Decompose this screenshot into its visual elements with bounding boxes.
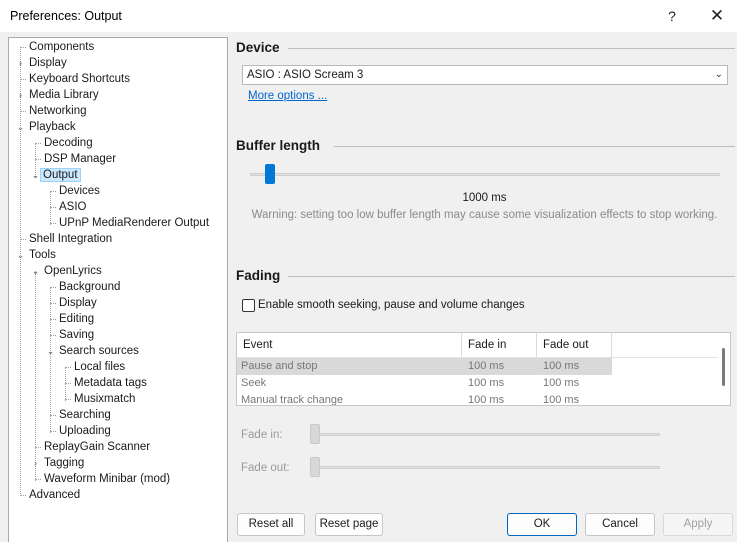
help-button[interactable]: ? (659, 6, 685, 26)
section-divider (288, 276, 735, 277)
fade-in-label: Fade in: (241, 429, 283, 441)
device-select[interactable]: ASIO : ASIO Scream 3 ⌄ (242, 65, 728, 85)
fade-in-slider-track[interactable] (318, 433, 660, 436)
tree-item-replaygain-scanner[interactable]: ReplayGain Scanner (35, 439, 152, 455)
table-scrollbar[interactable] (722, 348, 725, 386)
tree-item-keyboard-shortcuts[interactable]: Keyboard Shortcuts (20, 71, 132, 87)
tree-item-background[interactable]: Background (50, 279, 122, 295)
tree-item-networking[interactable]: Networking (20, 103, 89, 119)
cancel-button[interactable]: Cancel (585, 513, 655, 536)
tree-item-upnp-output[interactable]: UPnP MediaRenderer Output (50, 215, 211, 231)
section-divider (334, 146, 735, 147)
more-options-link[interactable]: More options ... (248, 90, 327, 102)
column-header-event[interactable]: Event (237, 333, 462, 357)
tree-item-advanced[interactable]: Advanced (20, 487, 82, 503)
tree-item-openlyrics[interactable]: OpenLyrics (36, 263, 104, 279)
buffer-section-title: Buffer length (236, 138, 320, 153)
title-bar: Preferences: Output ? ✕ (0, 0, 737, 32)
smooth-seeking-checkbox[interactable] (242, 299, 255, 312)
smooth-seeking-label[interactable]: Enable smooth seeking, pause and volume … (258, 299, 525, 311)
device-select-value: ASIO : ASIO Scream 3 (247, 69, 364, 81)
apply-button[interactable]: Apply (663, 513, 733, 536)
tree-item-media-library[interactable]: Media Library (21, 87, 101, 103)
tree-item-output[interactable]: Output (36, 167, 81, 183)
table-row[interactable]: Pause and stop 100 ms 100 ms (237, 358, 612, 375)
fade-out-label: Fade out: (241, 462, 290, 474)
fade-out-slider-track[interactable] (318, 466, 660, 469)
section-divider (288, 48, 735, 49)
tree-item-waveform-minibar[interactable]: Waveform Minibar (mod) (35, 471, 172, 487)
tree-item-saving[interactable]: Saving (50, 327, 96, 343)
tree-item-tagging[interactable]: Tagging (36, 455, 86, 471)
buffer-warning: Warning: setting too low buffer length m… (251, 209, 718, 221)
window-title: Preferences: Output (10, 9, 122, 23)
ok-button[interactable]: OK (507, 513, 577, 536)
fading-section-title: Fading (236, 268, 281, 283)
fade-in-slider-thumb[interactable] (310, 424, 320, 444)
tree-item-dsp-manager[interactable]: DSP Manager (35, 151, 118, 167)
column-header-fade-out[interactable]: Fade out (537, 333, 612, 357)
tree-item-display[interactable]: Display (21, 55, 69, 71)
tree-item-shell-integration[interactable]: Shell Integration (20, 231, 114, 247)
buffer-slider-thumb[interactable] (265, 164, 275, 184)
tree-item-editing[interactable]: Editing (50, 311, 96, 327)
tree-item-devices[interactable]: Devices (50, 183, 102, 199)
tree-item-metadata-tags[interactable]: Metadata tags (65, 375, 149, 391)
tree-item-lyrics-display[interactable]: Display (50, 295, 99, 311)
table-row[interactable]: Manual track change 100 ms 100 ms (237, 392, 612, 405)
tree-item-local-files[interactable]: Local files (65, 359, 127, 375)
chevron-down-icon: ⌄ (714, 69, 723, 80)
column-header-fade-in[interactable]: Fade in (462, 333, 537, 357)
tree-item-playback[interactable]: Playback (21, 119, 78, 135)
buffer-value-label: 1000 ms (462, 192, 507, 204)
tree-item-searching[interactable]: Searching (50, 407, 113, 423)
device-section-title: Device (236, 40, 280, 55)
reset-all-button[interactable]: Reset all (237, 513, 305, 536)
table-row[interactable]: Seek 100 ms 100 ms (237, 375, 612, 392)
reset-page-button[interactable]: Reset page (315, 513, 383, 536)
buffer-slider-track[interactable] (250, 173, 720, 176)
tree-item-asio[interactable]: ASIO (50, 199, 88, 215)
tree-item-tools[interactable]: Tools (21, 247, 58, 263)
tree-item-decoding[interactable]: Decoding (35, 135, 95, 151)
tree-item-search-sources[interactable]: Search sources (51, 343, 141, 359)
preferences-tree[interactable]: Components › Display Keyboard Shortcuts … (8, 37, 228, 542)
fade-out-slider-thumb[interactable] (310, 457, 320, 477)
tree-item-uploading[interactable]: Uploading (50, 423, 113, 439)
tree-item-musixmatch[interactable]: Musixmatch (65, 391, 137, 407)
fade-events-table[interactable]: Event Fade in Fade out Pause and stop 10… (236, 332, 731, 406)
tree-item-components[interactable]: Components (20, 39, 96, 55)
close-button[interactable]: ✕ (704, 6, 730, 26)
